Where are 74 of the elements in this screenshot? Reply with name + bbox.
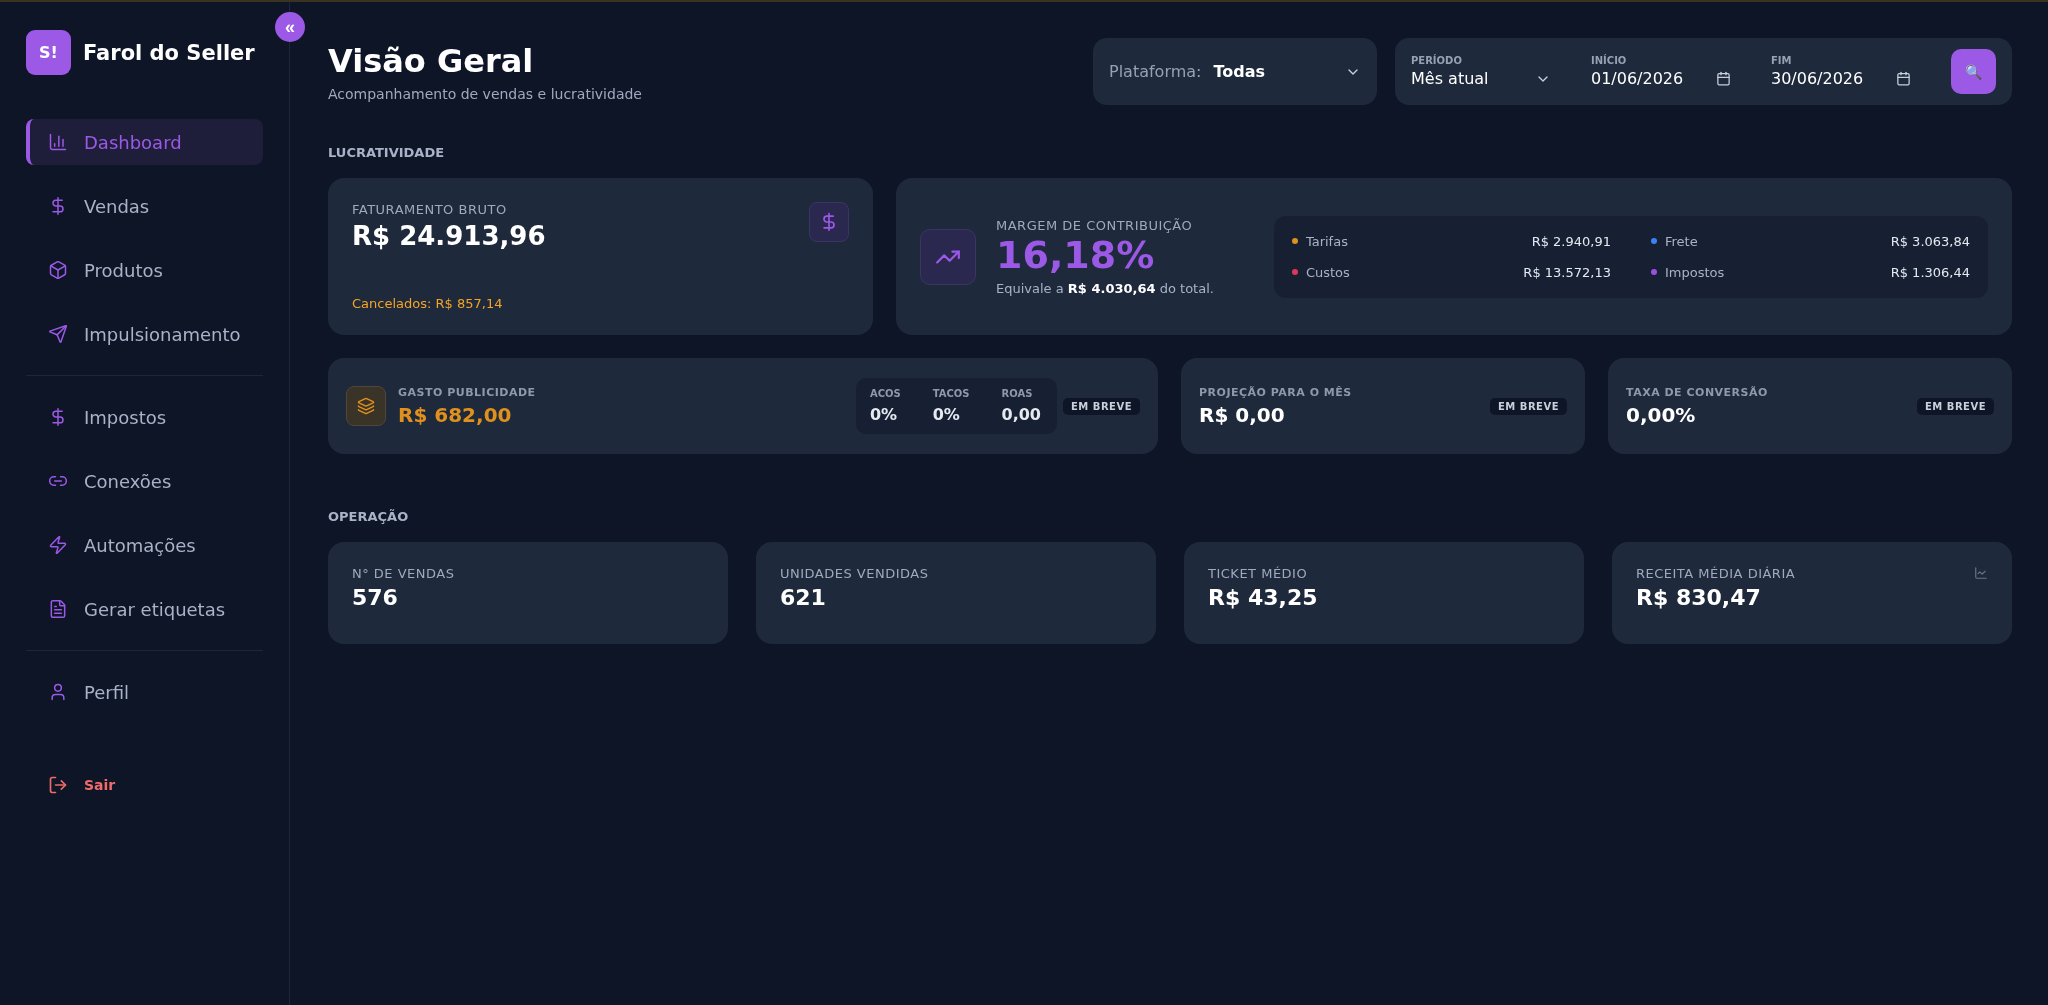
card-value: R$ 43,25 [1208,585,1318,610]
card-value: R$ 830,47 [1636,585,1761,610]
cost-value: R$ 3.063,84 [1890,233,1970,249]
chart-icon [1974,566,1988,580]
metric-label: TACOS [932,388,970,399]
metric-label: ACOS [869,388,901,399]
page-subtitle: Acompanhamento de vendas e lucratividade [328,86,642,102]
metric-value: 0% [932,405,961,424]
margin-note: Equivale a R$ 4.030,64 do total. [996,280,1214,296]
platform-select[interactable]: Plataforma: Todas [1109,62,1361,81]
sidebar-item[interactable]: Gerar etiquetas [26,586,263,632]
section-title: OPERAÇÃO [328,509,410,524]
period-select[interactable]: Mês atual [1411,69,1551,88]
metric-value: 0% [869,405,899,424]
card-label: TAXA DE CONVERSÃO [1626,385,1769,399]
coming-soon-badge: EM BREVE [1917,397,1994,415]
page-title: Visão Geral [328,42,535,80]
logout-icon [48,775,68,795]
card-label: MARGEM DE CONTRIBUIÇÃO [996,217,1193,233]
cost-name: Custos [1305,264,1351,280]
trend-up-icon [920,228,976,285]
bar-chart-icon [48,132,68,152]
card-value: 0,00% [1626,402,1696,427]
card-label: RECEITA MÉDIA DIÁRIA [1636,566,1796,581]
sidebar-item[interactable]: Vendas [26,183,263,229]
person-icon [48,682,68,702]
dollar-icon [809,202,849,242]
card-value: R$ 682,00 [398,402,512,427]
cost-value: R$ 13.572,13 [1523,264,1611,280]
sidebar-item[interactable]: Conexões [26,458,263,504]
document-icon [48,599,68,619]
card-label: GASTO PUBLICIDADE [398,385,537,399]
card-label: TICKET MÉDIO [1208,566,1308,581]
cost-name: Frete [1664,233,1699,249]
sidebar-item[interactable]: Produtos [26,247,263,293]
sidebar-item[interactable]: Perfil [26,669,263,715]
coming-soon-badge: EM BREVE [1063,397,1140,415]
card-label: N° DE VENDAS [352,566,455,581]
metric-value: 0,00 [1001,405,1041,424]
card-label: PROJEÇÃO PARA O MÊS [1199,385,1353,399]
cancelled-amount: Cancelados: R$ 857,14 [352,296,504,311]
logo: S! [26,30,71,75]
metric-label: ROAS [1001,388,1034,399]
card-value: 16,18% [996,232,1155,277]
card-label: UNIDADES VENDIDAS [780,566,929,581]
card-value: 576 [352,585,398,610]
date-input[interactable]: 30/06/2026 [1771,69,1911,88]
cube-icon [48,260,68,280]
lightning-icon [48,535,68,555]
cost-value: R$ 1.306,44 [1890,264,1970,280]
field-label: PERÍODO [1411,55,1463,66]
card-value: R$ 0,00 [1199,402,1285,427]
card-value: R$ 24.913,96 [352,221,546,251]
logout-link[interactable]: Sair [26,775,263,795]
field-label: FIM [1771,55,1793,66]
calendar-icon [1716,71,1731,86]
cost-name: Tarifas [1305,233,1349,249]
sidebar-item[interactable]: Impostos [26,394,263,440]
cost-name: Impostos [1664,264,1726,280]
collapse-button[interactable]: « [275,12,305,42]
brand-name: Farol do Seller [83,40,255,65]
sidebar-item[interactable]: Impulsionamento [26,311,263,357]
section-title: LUCRATIVIDADE [328,145,446,160]
calendar-icon [1896,71,1911,86]
field-label: INÍCIO [1591,55,1628,66]
sidebar-item[interactable]: Automações [26,522,263,568]
paper-plane-icon [48,324,68,344]
card-label: FATURAMENTO BRUTO [352,202,507,217]
layers-icon [346,386,386,426]
coming-soon-badge: EM BREVE [1490,397,1567,415]
date-input[interactable]: 01/06/2026 [1591,69,1731,88]
card-value: 621 [780,585,826,610]
cost-value: R$ 2.940,91 [1531,233,1611,249]
sidebar-item[interactable]: Dashboard [26,119,263,165]
